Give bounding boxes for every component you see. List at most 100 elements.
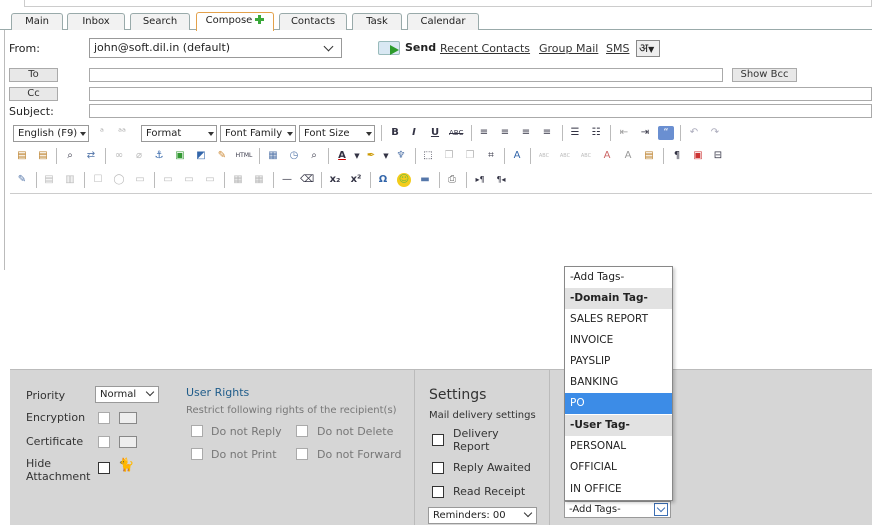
clean-icon[interactable]: ✎ bbox=[215, 149, 229, 163]
bullet-list-icon[interactable]: ☰ bbox=[568, 126, 582, 140]
radio-field-icon[interactable]: ◯ bbox=[112, 173, 126, 187]
cc-button[interactable]: Cc bbox=[9, 87, 58, 101]
page-break-icon[interactable]: ⊟ bbox=[711, 149, 725, 163]
tag-option-in-office[interactable]: IN OFFICE bbox=[565, 479, 672, 500]
italic-button[interactable]: I bbox=[407, 126, 421, 140]
unlink-icon[interactable]: ⌀ bbox=[132, 149, 146, 163]
blockquote-icon[interactable]: “ bbox=[658, 126, 674, 140]
tag-option-payslip[interactable]: PAYSLIP bbox=[565, 351, 672, 372]
superscript-button[interactable]: x² bbox=[349, 173, 363, 187]
tag-option-personal[interactable]: PERSONAL bbox=[565, 436, 672, 457]
paste-icon[interactable]: ▤ bbox=[15, 149, 29, 163]
add-tags-select[interactable]: -Add Tags- bbox=[564, 501, 671, 518]
table-icon[interactable]: ⬚ bbox=[421, 149, 435, 163]
group-mail-link[interactable]: Group Mail bbox=[539, 42, 598, 55]
form-icon[interactable]: ✎ bbox=[15, 173, 29, 187]
subscript-button[interactable]: x₂ bbox=[328, 173, 342, 187]
checkbox-field-icon[interactable]: ☐ bbox=[91, 173, 105, 187]
align-right-icon[interactable]: ≡ bbox=[519, 126, 533, 140]
highlight-icon[interactable]: ✒ bbox=[364, 149, 378, 163]
do-not-delete-checkbox[interactable] bbox=[296, 425, 308, 437]
tab-inbox[interactable]: Inbox bbox=[67, 13, 125, 30]
reminders-select[interactable]: Reminders: 00 bbox=[428, 507, 537, 524]
subject-field[interactable] bbox=[89, 104, 872, 118]
font-family-select[interactable]: Font Family bbox=[220, 125, 296, 142]
language-toggle-button[interactable]: अ▼ bbox=[636, 40, 660, 57]
select-field-icon[interactable]: ▭ bbox=[182, 173, 196, 187]
paste-text-icon[interactable]: ▤ bbox=[36, 149, 50, 163]
strike-a-icon[interactable]: A bbox=[600, 149, 614, 163]
redo-icon[interactable]: ↷ bbox=[708, 126, 722, 140]
certificate-checkbox[interactable] bbox=[98, 436, 110, 448]
smiley-icon[interactable]: ☺ bbox=[397, 173, 411, 187]
serif-a-icon[interactable]: A bbox=[621, 149, 635, 163]
do-not-reply-checkbox[interactable] bbox=[191, 425, 203, 437]
hide-attachment-checkbox[interactable] bbox=[98, 462, 110, 474]
anchor-icon[interactable]: ⚓ bbox=[152, 149, 166, 163]
print-icon[interactable]: ⎙ bbox=[445, 173, 459, 187]
tab-main[interactable]: Main bbox=[11, 13, 63, 30]
underline-button[interactable]: U bbox=[428, 126, 442, 140]
abc-icon[interactable]: ABC bbox=[579, 149, 593, 163]
align-justify-icon[interactable]: ≡ bbox=[540, 126, 554, 140]
read-receipt-checkbox[interactable] bbox=[432, 486, 444, 498]
undo-icon[interactable]: ↶ bbox=[687, 126, 701, 140]
from-select[interactable]: john@soft.dil.in (default) bbox=[89, 38, 342, 58]
dropdown-arrow-icon[interactable]: ▼ bbox=[379, 149, 393, 163]
priority-select[interactable]: Normal bbox=[95, 386, 159, 403]
eraser-icon[interactable]: ⌫ bbox=[300, 173, 314, 187]
language-select[interactable]: English (F9) bbox=[13, 125, 89, 142]
sms-link[interactable]: SMS bbox=[606, 42, 629, 55]
indent-icon[interactable]: ⇥ bbox=[638, 126, 652, 140]
ltr-icon[interactable]: ▸¶ bbox=[473, 173, 487, 187]
abc-icon[interactable]: ABC bbox=[537, 149, 551, 163]
pdf-icon[interactable]: ▣ bbox=[691, 149, 705, 163]
text-direction-icon[interactable]: A bbox=[510, 149, 524, 163]
paste-word-icon[interactable]: ❐ bbox=[463, 149, 477, 163]
show-bcc-button[interactable]: Show Bcc bbox=[732, 68, 797, 82]
copy-icon[interactable]: ❐ bbox=[442, 149, 456, 163]
font-size-select[interactable]: Font Size bbox=[299, 125, 375, 142]
align-left-icon[interactable]: ≡ bbox=[477, 126, 491, 140]
image-icon[interactable]: ▣ bbox=[173, 149, 187, 163]
dropdown-arrow-icon[interactable]: ▼ bbox=[350, 149, 364, 163]
tab-contacts[interactable]: Contacts bbox=[279, 13, 347, 30]
recent-contacts-link[interactable]: Recent Contacts bbox=[440, 42, 530, 55]
bold-button[interactable]: B bbox=[388, 126, 402, 140]
do-not-forward-checkbox[interactable] bbox=[296, 448, 308, 460]
strikethrough-button[interactable]: ABC bbox=[449, 126, 463, 140]
format-painter-icon[interactable]: ♆ bbox=[394, 149, 408, 163]
tag-option-sales-report[interactable]: SALES REPORT bbox=[565, 309, 672, 330]
reply-awaited-checkbox[interactable] bbox=[432, 462, 444, 474]
tag-option-po[interactable]: PO bbox=[565, 393, 672, 414]
table-row-icon[interactable]: ▤ bbox=[42, 173, 56, 187]
tag-option-invoice[interactable]: INVOICE bbox=[565, 330, 672, 351]
tag-option-add[interactable]: -Add Tags- bbox=[565, 267, 672, 288]
find-icon[interactable]: ⌕ bbox=[63, 149, 77, 163]
special-char-button[interactable]: Ω bbox=[376, 173, 390, 187]
pilcrow-button[interactable]: ¶ bbox=[670, 149, 684, 163]
rtl-icon[interactable]: ¶◂ bbox=[494, 173, 508, 187]
delivery-report-checkbox[interactable] bbox=[432, 434, 444, 446]
tab-task[interactable]: Task bbox=[352, 13, 402, 30]
horizontal-rule-icon[interactable]: — bbox=[280, 173, 294, 187]
flash-icon[interactable]: ◩ bbox=[194, 149, 208, 163]
tab-calendar[interactable]: Calendar bbox=[407, 13, 479, 30]
calendar-icon[interactable]: ▦ bbox=[266, 149, 280, 163]
crop-icon[interactable]: ⌗ bbox=[484, 149, 498, 163]
message-editor[interactable] bbox=[10, 193, 872, 368]
tag-option-official[interactable]: OFFICIAL bbox=[565, 457, 672, 478]
to-field[interactable] bbox=[89, 68, 723, 82]
html-button[interactable]: HTML bbox=[234, 149, 254, 163]
textarea-icon[interactable]: ▭ bbox=[161, 173, 175, 187]
spellcheck-auto-icon[interactable]: ᵃᵃ bbox=[115, 126, 129, 140]
tag-option-banking[interactable]: BANKING bbox=[565, 372, 672, 393]
table-col-icon[interactable]: ▥ bbox=[63, 173, 77, 187]
spellcheck-icon[interactable]: ᵃ bbox=[95, 126, 109, 140]
format-select[interactable]: Format bbox=[141, 125, 217, 142]
spacer-icon[interactable]: ▬ bbox=[418, 173, 432, 187]
replace-icon[interactable]: ⇄ bbox=[84, 149, 98, 163]
button-field-icon[interactable]: ▭ bbox=[203, 173, 217, 187]
do-not-print-checkbox[interactable] bbox=[191, 448, 203, 460]
font-color-button[interactable]: A bbox=[335, 149, 349, 163]
